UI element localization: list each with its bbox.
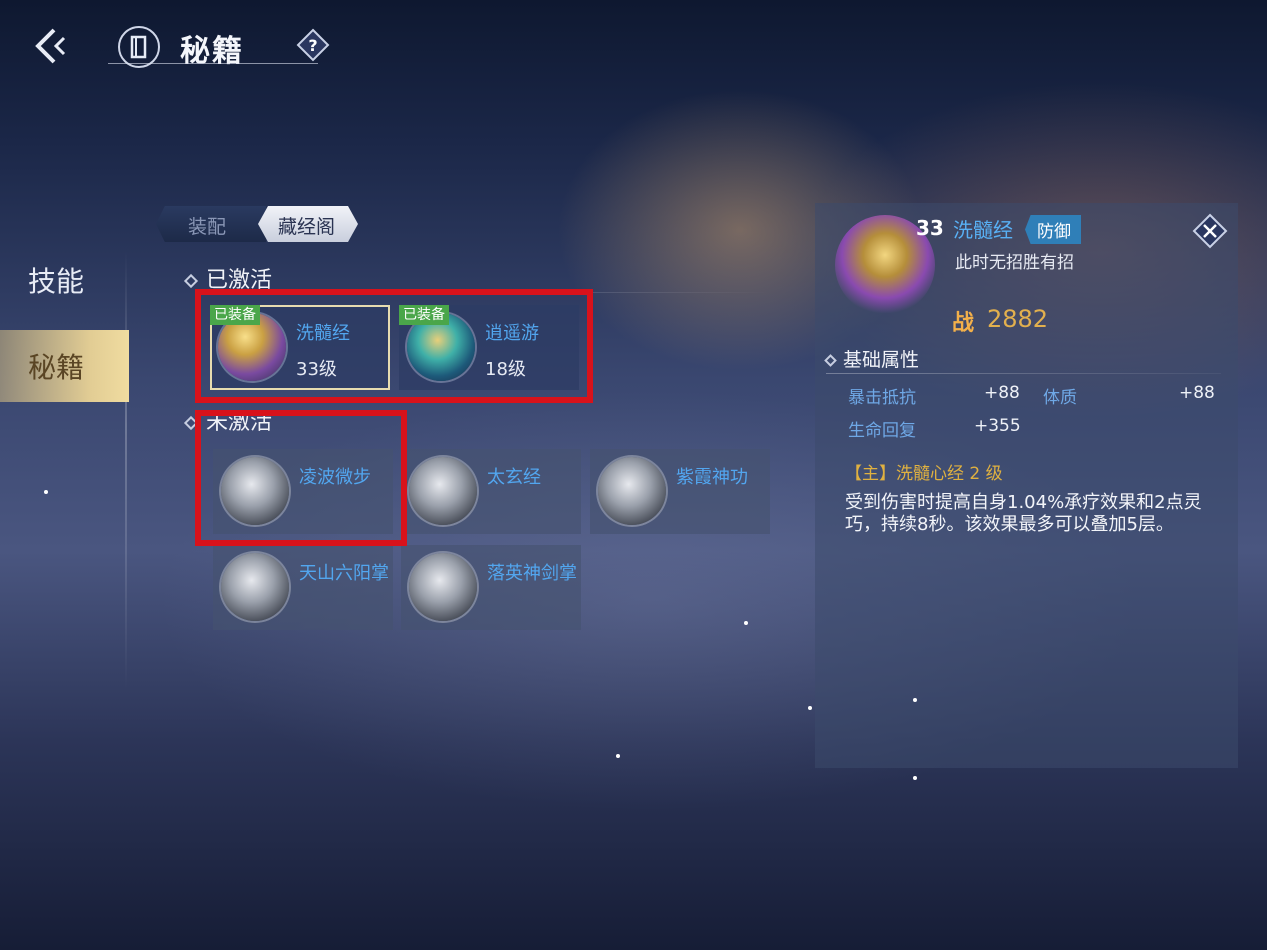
help-button[interactable]: ? [296,28,330,62]
attributes-heading-text: 基础属性 [843,349,920,371]
sparkle [913,776,917,780]
sparkle [744,621,748,625]
power-icon: 战 [952,311,975,336]
detail-power: 2882 [987,305,1049,333]
sidenav-item-secret-books[interactable]: 秘籍 [0,330,129,402]
skill-icon-tianshanliuyangzhang [221,553,289,621]
tab-label: 藏经阁 [278,216,336,238]
sparkle [616,754,620,758]
sparkle [44,490,48,494]
attr-value: +88 [1179,383,1215,403]
title-underline [108,63,318,64]
skill-name: 落英神剑掌 [487,563,577,584]
tab-label: 装配 [188,216,227,238]
highlight-box-activated [195,289,593,403]
diamond-marker-icon [183,273,199,289]
close-icon [1192,213,1228,249]
skill-icon-zixiashengong [598,457,666,525]
effect-title: 【主】洗髓心经 2 级 [845,464,1003,484]
attr-label: 体质 [1043,388,1077,408]
detail-type-tag: 防御 [1025,215,1081,244]
attr-value: +355 [974,416,1021,436]
tab-library[interactable]: 藏经阁 [258,206,358,242]
skill-card-taixuanjing[interactable]: 太玄经 [401,449,581,534]
book-icon [118,26,160,68]
detail-level: 33 [916,216,944,240]
sidenav-item-label: 秘籍 [28,351,85,384]
detail-subtitle: 此时无招胜有招 [955,253,1074,273]
skill-icon-luoyingshenjianzhang [409,553,477,621]
attr-value: +88 [984,383,1020,403]
skill-card-luoyingshenjianzhang[interactable]: 落英神剑掌 [401,545,581,630]
sidenav-item-label: 技能 [28,265,85,298]
detail-name: 洗髓经 [953,218,1013,242]
sidenav-divider [125,250,127,690]
highlight-box-lingboweibu [195,410,407,546]
skill-name: 太玄经 [487,467,541,488]
effect-description: 受到伤害时提高自身1.04%承疗效果和2点灵巧，持续8秒。该效果最多可以叠加5层… [845,492,1202,535]
diamond-marker-icon [824,354,837,367]
back-button[interactable] [28,22,76,70]
attr-label: 生命回复 [848,421,916,441]
skill-name: 紫霞神功 [676,467,748,488]
svg-text:?: ? [308,36,317,55]
attributes-divider [826,373,1221,374]
attr-label: 暴击抵抗 [848,388,916,408]
attributes-heading: 基础属性 [824,345,920,372]
skill-card-zixiashengong[interactable]: 紫霞神功 [590,449,770,534]
close-button[interactable] [1192,213,1228,249]
help-icon: ? [296,28,330,62]
sparkle [808,706,812,710]
skill-card-tianshanliuyangzhang[interactable]: 天山六阳掌 [213,545,393,630]
sparkle [913,698,917,702]
skill-name: 天山六阳掌 [299,563,389,584]
skill-icon-taixuanjing [409,457,477,525]
sidenav-item-skills[interactable]: 技能 [0,250,125,310]
tab-equip[interactable]: 装配 [156,206,266,242]
back-arrow-icon [35,28,66,64]
